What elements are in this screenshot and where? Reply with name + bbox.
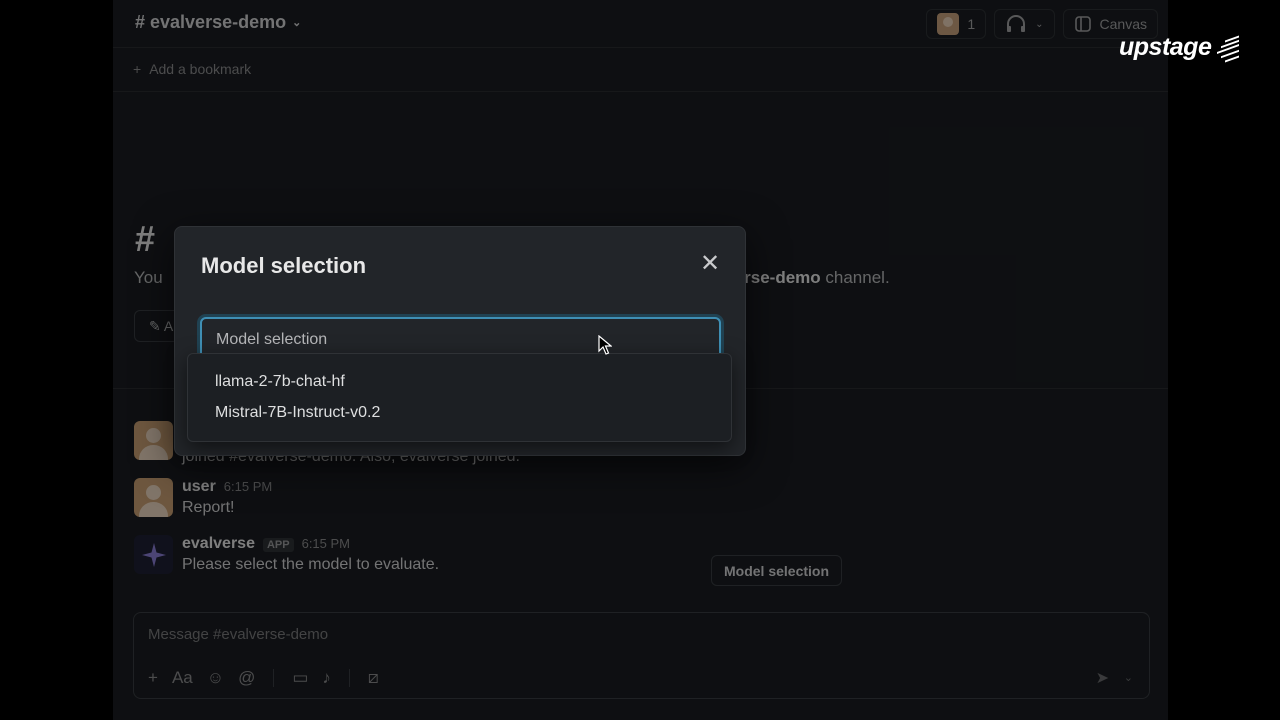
- option-llama[interactable]: llama-2-7b-chat-hf: [215, 373, 345, 391]
- model-dropdown: llama-2-7b-chat-hf Mistral-7B-Instruct-v…: [187, 353, 732, 442]
- option-mistral[interactable]: Mistral-7B-Instruct-v0.2: [215, 404, 380, 422]
- mouse-cursor-icon: [598, 335, 612, 355]
- select-placeholder: Model selection: [216, 331, 328, 348]
- logo-mark: [1217, 34, 1240, 63]
- close-icon[interactable]: ✕: [699, 252, 721, 276]
- upstage-logo: upstage: [1119, 33, 1240, 63]
- model-selection-modal: Model selection ✕ Model selection llama-…: [174, 226, 746, 456]
- modal-title: Model selection: [201, 253, 367, 278]
- logo-text: upstage: [1119, 33, 1212, 61]
